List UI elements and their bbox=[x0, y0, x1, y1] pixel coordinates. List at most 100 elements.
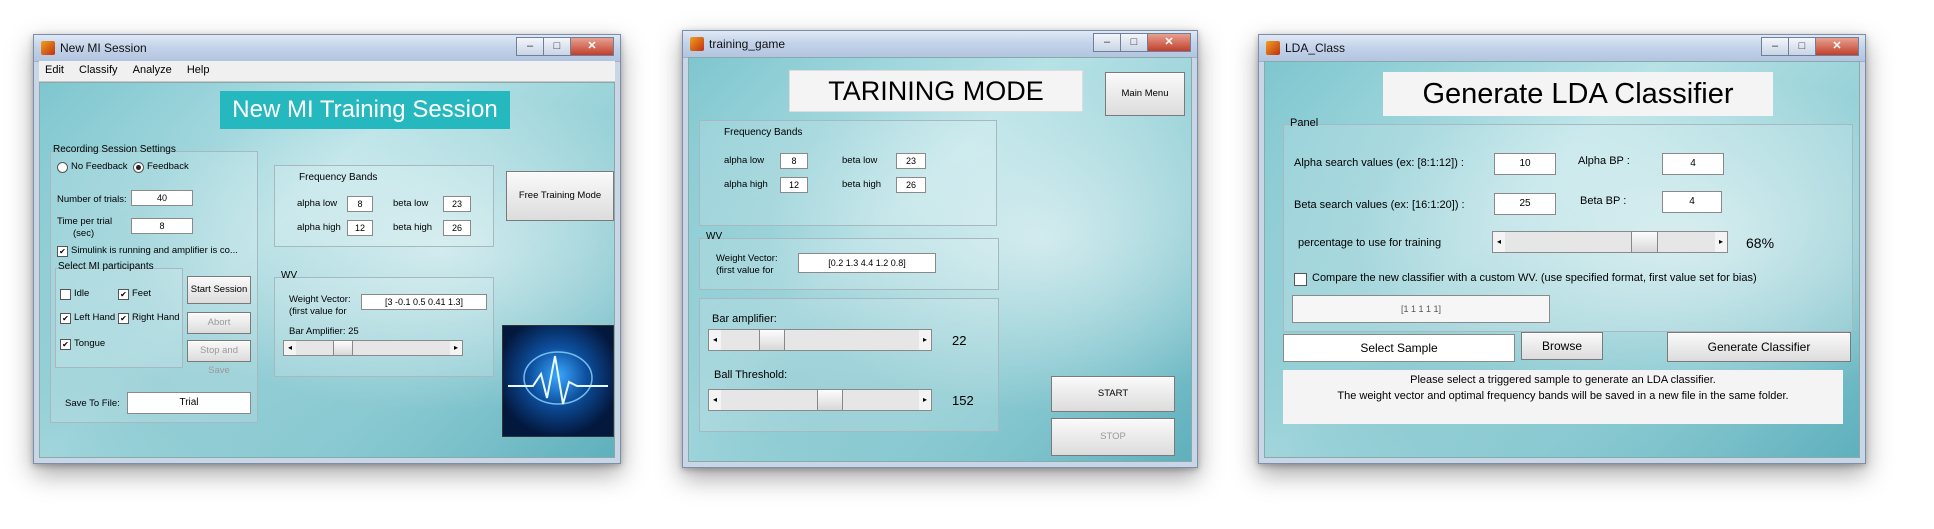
window-title: LDA_Class bbox=[1285, 41, 1346, 55]
slider-thumb[interactable] bbox=[1631, 232, 1658, 252]
percentage-slider[interactable]: ◂ ▸ bbox=[1492, 231, 1728, 253]
select-sample-field[interactable]: Select Sample bbox=[1283, 334, 1515, 362]
beta-low-input[interactable]: 23 bbox=[896, 153, 926, 169]
idle-checkbox[interactable] bbox=[60, 289, 71, 300]
ball-threshold-label: Ball Threshold: bbox=[714, 369, 788, 381]
training-game-window: training_game – □ ✕ TARINING MODE Main M… bbox=[682, 30, 1198, 468]
weight-vector-input[interactable]: [3 -0.1 0.5 0.41 1.3] bbox=[361, 294, 487, 310]
alpha-bp-input[interactable]: 4 bbox=[1662, 153, 1724, 175]
menu-bar: Edit Classify Analyze Help bbox=[39, 61, 615, 82]
feedback-radio[interactable] bbox=[133, 162, 144, 173]
feet-checkbox[interactable]: ✔ bbox=[118, 289, 129, 300]
frequency-bands-title: Frequency Bands bbox=[299, 172, 378, 183]
frequency-bands-panel: Frequency Bands alpha low 8 beta low 23 … bbox=[699, 120, 997, 226]
feet-label: Feet bbox=[132, 288, 152, 299]
slider-right-arrow-icon[interactable]: ▸ bbox=[1715, 232, 1727, 252]
slider-thumb[interactable] bbox=[817, 390, 843, 410]
menu-analyze[interactable]: Analyze bbox=[127, 61, 178, 79]
close-icon[interactable]: ✕ bbox=[570, 37, 614, 56]
menu-help[interactable]: Help bbox=[181, 61, 216, 79]
time-per-trial-label: Time per trial bbox=[57, 216, 113, 227]
stop-and-save-button[interactable]: Stop and Save bbox=[187, 340, 251, 376]
beta-low-label: beta low bbox=[842, 155, 878, 166]
tongue-checkbox[interactable]: ✔ bbox=[60, 339, 71, 350]
beta-high-input[interactable]: 26 bbox=[443, 220, 471, 236]
alpha-low-input[interactable]: 8 bbox=[780, 153, 808, 169]
generate-classifier-button[interactable]: Generate Classifier bbox=[1667, 332, 1851, 362]
start-session-button[interactable]: Start Session bbox=[187, 276, 251, 304]
close-icon[interactable]: ✕ bbox=[1815, 37, 1859, 56]
alpha-low-input[interactable]: 8 bbox=[347, 196, 373, 212]
alpha-search-label: Alpha search values (ex: [8:1:12]) : bbox=[1294, 157, 1464, 169]
frequency-bands-panel: Frequency Bands alpha low 8 beta low 23 … bbox=[274, 165, 494, 247]
right-hand-label: Right Hand bbox=[132, 312, 180, 323]
alpha-high-input[interactable]: 12 bbox=[347, 220, 373, 236]
idle-label: Idle bbox=[74, 288, 90, 299]
title-bar[interactable]: training_game – □ ✕ bbox=[683, 31, 1197, 58]
slider-thumb[interactable] bbox=[759, 330, 785, 350]
title-bar[interactable]: New MI Session – □ ✕ bbox=[34, 35, 620, 62]
weight-vector-input[interactable]: [0.2 1.3 4.4 1.2 0.8] bbox=[798, 253, 936, 273]
panel-title: WV bbox=[281, 270, 298, 281]
matlab-app-icon bbox=[41, 41, 55, 55]
slider-thumb[interactable] bbox=[333, 341, 353, 355]
start-button[interactable]: START bbox=[1051, 376, 1175, 412]
bar-amplifier-slider[interactable]: ◂ ▸ bbox=[708, 329, 932, 351]
main-menu-button[interactable]: Main Menu bbox=[1105, 72, 1185, 116]
maximize-icon[interactable]: □ bbox=[1120, 33, 1148, 52]
no-feedback-radio[interactable] bbox=[57, 162, 68, 173]
close-icon[interactable]: ✕ bbox=[1147, 33, 1191, 52]
browse-button[interactable]: Browse bbox=[1521, 332, 1603, 360]
frequency-bands-title: Frequency Bands bbox=[724, 127, 803, 138]
custom-wv-input[interactable]: [1 1 1 1 1] bbox=[1292, 295, 1550, 323]
percentage-value: 68% bbox=[1746, 235, 1775, 251]
wv-panel: WV Weight Vector: (first value for [3 -0… bbox=[274, 270, 494, 377]
beta-high-label: beta high bbox=[842, 179, 882, 190]
left-hand-checkbox[interactable]: ✔ bbox=[60, 313, 71, 324]
title-bar[interactable]: LDA_Class – □ ✕ bbox=[1259, 35, 1865, 62]
num-trials-input[interactable]: 40 bbox=[131, 190, 193, 206]
bar-amplifier-slider[interactable]: ◂ ▸ bbox=[283, 340, 463, 356]
menu-edit[interactable]: Edit bbox=[39, 61, 70, 79]
beta-high-input[interactable]: 26 bbox=[896, 177, 926, 193]
minimize-icon[interactable]: – bbox=[1761, 37, 1789, 56]
compare-checkbox[interactable] bbox=[1294, 273, 1307, 286]
slider-left-arrow-icon[interactable]: ◂ bbox=[284, 341, 296, 355]
abort-button[interactable]: Abort bbox=[187, 312, 251, 334]
slider-left-arrow-icon[interactable]: ◂ bbox=[709, 330, 721, 350]
status-box: Please select a triggered sample to gene… bbox=[1283, 370, 1843, 424]
free-training-mode-button[interactable]: Free Training Mode bbox=[506, 171, 614, 221]
brain-logo-image bbox=[502, 325, 614, 437]
alpha-high-input[interactable]: 12 bbox=[780, 177, 808, 193]
minimize-icon[interactable]: – bbox=[516, 37, 544, 56]
client-area: New MI Training Session Recording Sessio… bbox=[39, 82, 615, 458]
menu-classify[interactable]: Classify bbox=[73, 61, 124, 79]
window-title: New MI Session bbox=[60, 41, 147, 55]
minimize-icon[interactable]: – bbox=[1093, 33, 1121, 52]
new-mi-session-window: New MI Session – □ ✕ Edit Classify Analy… bbox=[33, 34, 621, 464]
maximize-icon[interactable]: □ bbox=[543, 37, 571, 56]
slider-right-arrow-icon[interactable]: ▸ bbox=[919, 390, 931, 410]
beta-low-input[interactable]: 23 bbox=[443, 196, 471, 212]
slider-left-arrow-icon[interactable]: ◂ bbox=[709, 390, 721, 410]
time-per-trial-input[interactable]: 8 bbox=[131, 218, 193, 234]
beta-bp-input[interactable]: 4 bbox=[1662, 191, 1722, 213]
beta-low-label: beta low bbox=[393, 198, 429, 209]
simulink-checkbox[interactable]: ✔ bbox=[57, 246, 68, 257]
alpha-search-input[interactable]: 10 bbox=[1494, 153, 1556, 175]
stop-button[interactable]: STOP bbox=[1051, 418, 1175, 456]
slider-right-arrow-icon[interactable]: ▸ bbox=[919, 330, 931, 350]
slider-right-arrow-icon[interactable]: ▸ bbox=[450, 341, 462, 355]
client-area: TARINING MODE Main Menu Frequency Bands … bbox=[688, 57, 1192, 462]
beta-search-input[interactable]: 25 bbox=[1494, 193, 1556, 215]
matlab-app-icon bbox=[1266, 41, 1280, 55]
no-feedback-label: No Feedback bbox=[71, 161, 128, 172]
slider-left-arrow-icon[interactable]: ◂ bbox=[1493, 232, 1505, 252]
left-hand-label: Left Hand bbox=[74, 312, 116, 323]
maximize-icon[interactable]: □ bbox=[1788, 37, 1816, 56]
recording-session-panel: Recording Session Settings No Feedback F… bbox=[50, 144, 258, 423]
ball-threshold-slider[interactable]: ◂ ▸ bbox=[708, 389, 932, 411]
beta-high-label: beta high bbox=[393, 222, 433, 233]
right-hand-checkbox[interactable]: ✔ bbox=[118, 313, 129, 324]
save-to-file-input[interactable]: Trial bbox=[127, 392, 251, 414]
